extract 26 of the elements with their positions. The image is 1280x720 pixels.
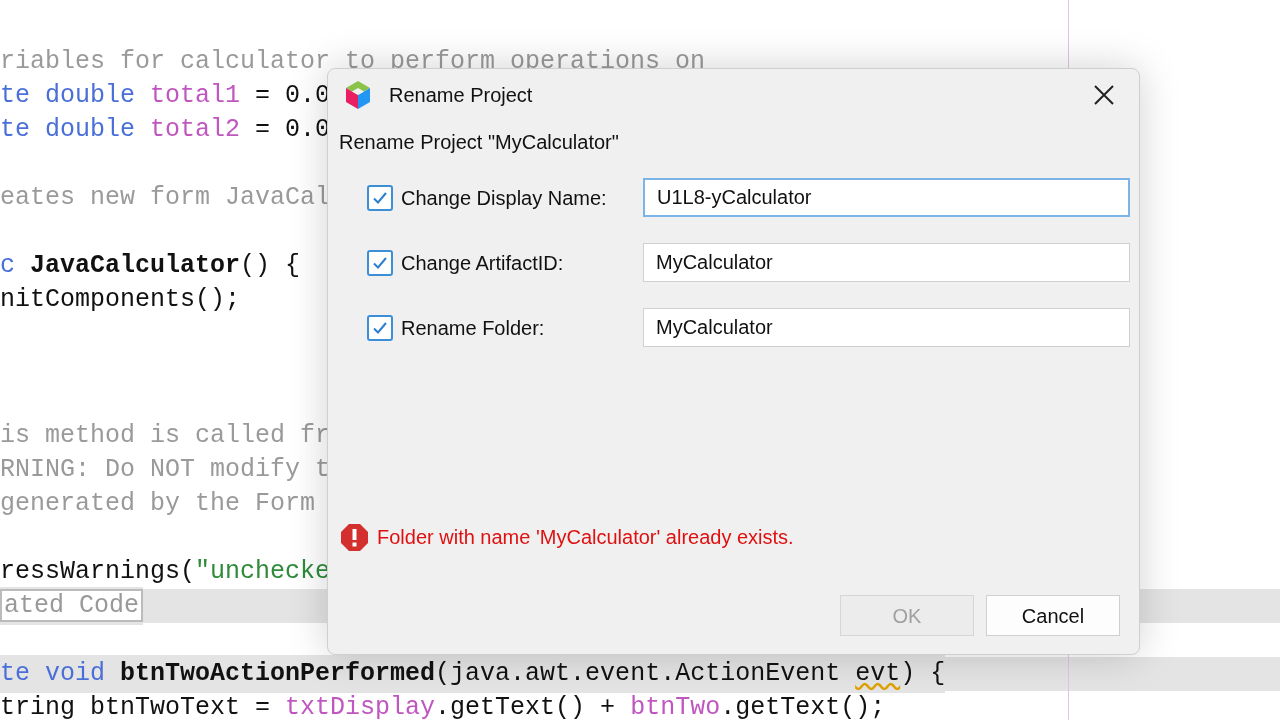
checkbox[interactable] [367, 314, 393, 341]
dialog-title: Rename Project [389, 83, 534, 108]
checkbox[interactable] [367, 249, 393, 276]
code-line: tring btnTwoText = txtDisplay.getText() + btnTwo.getText(); [0, 692, 886, 720]
code-line: ressWarnings("unchecke [0, 556, 331, 589]
close-icon[interactable] [1093, 84, 1115, 106]
code-line: generated by the Form [0, 488, 316, 521]
name-field[interactable]: U1L8-yCalculator [643, 178, 1130, 217]
option-label: Change ArtifactID: [401, 250, 564, 276]
error-icon [340, 522, 369, 552]
app-logo-icon [344, 80, 372, 110]
option-label: Change Display Name: [401, 185, 607, 211]
option-label: Rename Folder: [401, 315, 545, 341]
code-line: nitComponents(); [0, 284, 241, 317]
code-line: is method is called fr [0, 420, 331, 453]
code-line: c JavaCalculator() { [0, 250, 301, 283]
name-field[interactable]: MyCalculator [643, 243, 1130, 282]
name-field[interactable]: MyCalculator [643, 308, 1130, 347]
dialog-heading: Rename Project "MyCalculator" [339, 130, 619, 155]
code-line: eates new form JavaCal [0, 182, 331, 215]
dialog-button[interactable]: Cancel [986, 595, 1120, 636]
checkbox[interactable] [367, 184, 393, 211]
code-line: ated Code [0, 587, 144, 625]
error-message: Folder with name 'MyCalculator' already exists. [377, 525, 794, 550]
code-line: RNING: Do NOT modify t [0, 454, 331, 487]
code-line: riables for calculator to perform operations on [0, 46, 706, 79]
